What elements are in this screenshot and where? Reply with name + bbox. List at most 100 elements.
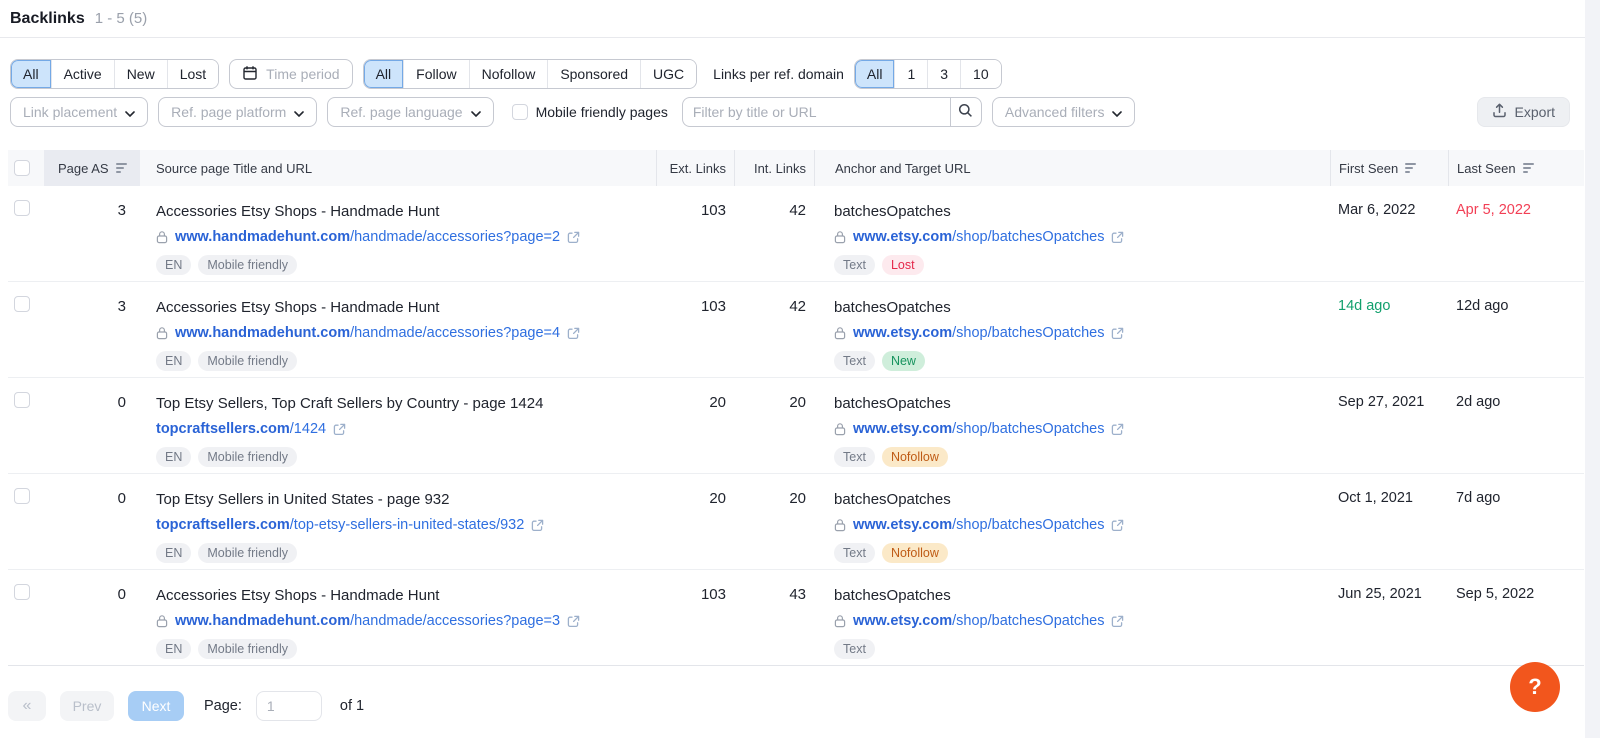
external-link-icon[interactable] <box>1111 615 1124 628</box>
source-cell: Accessories Etsy Shops - Handmade Hunt w… <box>140 282 656 377</box>
column-label: Int. Links <box>754 161 806 176</box>
page-number-input[interactable] <box>256 691 322 721</box>
advanced-filters-dropdown[interactable]: Advanced filters <box>992 97 1136 127</box>
search-icon <box>958 103 973 121</box>
link-tag-lost: Lost <box>882 255 924 275</box>
external-link-icon[interactable] <box>531 519 544 532</box>
source-page-title: Accessories Etsy Shops - Handmade Hunt <box>156 298 656 317</box>
column-header-last-seen[interactable]: Last Seen <box>1448 150 1584 186</box>
help-button[interactable]: ? <box>1510 662 1560 712</box>
chevron-down-icon <box>471 104 481 120</box>
segment-option-all[interactable]: All <box>855 60 895 88</box>
table-row: 3 Accessories Etsy Shops - Handmade Hunt… <box>8 186 1584 282</box>
page-background-strip <box>1585 0 1600 738</box>
external-link-icon[interactable] <box>567 231 580 244</box>
ref-page-language-dropdown[interactable]: Ref. page language <box>327 97 493 127</box>
https-lock-icon <box>834 230 846 244</box>
target-url-link[interactable]: www.etsy.com/shop/batchesOpatches <box>853 612 1104 630</box>
time-period-button[interactable]: Time period <box>229 59 352 89</box>
search-box <box>682 97 982 127</box>
column-header-int-links: Int. Links <box>734 150 814 186</box>
first-seen-value: Oct 1, 2021 <box>1330 474 1448 569</box>
page-tag: Mobile friendly <box>198 255 297 275</box>
prev-page-button[interactable]: Prev <box>60 691 114 721</box>
table-row: 3 Accessories Etsy Shops - Handmade Hunt… <box>8 282 1584 378</box>
source-cell: Top Etsy Sellers, Top Craft Sellers by C… <box>140 378 656 473</box>
segment-option-all[interactable]: All <box>11 60 51 88</box>
filters-row-1: AllActiveNewLost Time period AllFollowNo… <box>10 59 1600 89</box>
select-all-checkbox[interactable] <box>14 160 30 176</box>
row-checkbox[interactable] <box>14 392 30 408</box>
row-checkbox[interactable] <box>14 296 30 312</box>
int-links-value: 20 <box>734 474 814 569</box>
segment-option-3[interactable]: 3 <box>927 60 960 88</box>
anchor-text: batchesOpatches <box>834 394 1330 413</box>
segment-option-active[interactable]: Active <box>51 60 114 88</box>
anchor-text: batchesOpatches <box>834 490 1330 509</box>
sort-icon[interactable] <box>1405 163 1416 173</box>
search-input[interactable] <box>682 97 950 127</box>
link-tag-nofollow: Nofollow <box>882 543 948 563</box>
source-page-title: Accessories Etsy Shops - Handmade Hunt <box>156 202 656 221</box>
source-url-link[interactable]: www.handmadehunt.com/handmade/accessorie… <box>175 324 560 342</box>
target-url-link[interactable]: www.etsy.com/shop/batchesOpatches <box>853 324 1104 342</box>
segment-option-nofollow[interactable]: Nofollow <box>469 60 548 88</box>
target-url-link[interactable]: www.etsy.com/shop/batchesOpatches <box>853 228 1104 246</box>
export-button[interactable]: Export <box>1477 97 1570 127</box>
target-url-link[interactable]: www.etsy.com/shop/batchesOpatches <box>853 420 1104 438</box>
target-url-link[interactable]: www.etsy.com/shop/batchesOpatches <box>853 516 1104 534</box>
sort-icon[interactable] <box>116 163 127 173</box>
column-label: Source page Title and URL <box>156 161 312 176</box>
mobile-friendly-checkbox[interactable] <box>512 104 528 120</box>
segment-option-ugc[interactable]: UGC <box>640 60 696 88</box>
next-page-button[interactable]: Next <box>128 691 184 721</box>
table-row: 0 Accessories Etsy Shops - Handmade Hunt… <box>8 570 1584 666</box>
row-checkbox[interactable] <box>14 200 30 216</box>
result-count-range: 1 - 5 (5) <box>95 10 148 27</box>
search-button[interactable] <box>950 97 982 127</box>
int-links-value: 20 <box>734 378 814 473</box>
external-link-icon[interactable] <box>1111 423 1124 436</box>
link-tags: TextNofollow <box>834 447 1330 467</box>
source-url-link[interactable]: topcraftsellers.com/top-etsy-sellers-in-… <box>156 516 524 534</box>
first-page-button[interactable]: « <box>8 691 46 721</box>
external-link-icon[interactable] <box>567 327 580 340</box>
segment-option-10[interactable]: 10 <box>960 60 1001 88</box>
row-checkbox[interactable] <box>14 488 30 504</box>
segment-option-follow[interactable]: Follow <box>403 60 468 88</box>
source-page-title: Accessories Etsy Shops - Handmade Hunt <box>156 586 656 605</box>
https-lock-icon <box>834 326 846 340</box>
source-cell: Accessories Etsy Shops - Handmade Hunt w… <box>140 186 656 281</box>
link-placement-dropdown[interactable]: Link placement <box>10 97 148 127</box>
segment-option-1[interactable]: 1 <box>894 60 927 88</box>
column-header-first-seen[interactable]: First Seen <box>1330 150 1448 186</box>
links-per-domain-label: Links per ref. domain <box>713 66 844 82</box>
source-url-link[interactable]: www.handmadehunt.com/handmade/accessorie… <box>175 228 560 246</box>
column-header-page-as[interactable]: Page AS <box>44 150 140 186</box>
page-tags: ENMobile friendly <box>156 255 656 275</box>
external-link-icon[interactable] <box>567 615 580 628</box>
first-seen-value: Jun 25, 2021 <box>1330 570 1448 665</box>
segment-option-lost[interactable]: Lost <box>167 60 218 88</box>
export-label: Export <box>1515 104 1555 120</box>
external-link-icon[interactable] <box>333 423 346 436</box>
segment-option-all[interactable]: All <box>364 60 404 88</box>
ref-page-platform-dropdown[interactable]: Ref. page platform <box>158 97 317 127</box>
source-page-title: Top Etsy Sellers in United States - page… <box>156 490 656 509</box>
external-link-icon[interactable] <box>1111 327 1124 340</box>
segment-option-sponsored[interactable]: Sponsored <box>547 60 640 88</box>
table-body: 3 Accessories Etsy Shops - Handmade Hunt… <box>8 186 1584 666</box>
row-checkbox[interactable] <box>14 584 30 600</box>
source-url-link[interactable]: topcraftsellers.com/1424 <box>156 420 326 438</box>
segment-option-new[interactable]: New <box>114 60 167 88</box>
links-per-domain-filter: All1310 <box>854 59 1002 89</box>
link-tag-text: Text <box>834 543 875 563</box>
source-url-link[interactable]: www.handmadehunt.com/handmade/accessorie… <box>175 612 560 630</box>
first-seen-value: Sep 27, 2021 <box>1330 378 1448 473</box>
page-tag: Mobile friendly <box>198 447 297 467</box>
external-link-icon[interactable] <box>1111 231 1124 244</box>
page-tags: ENMobile friendly <box>156 639 656 659</box>
external-link-icon[interactable] <box>1111 519 1124 532</box>
https-lock-icon <box>834 518 846 532</box>
sort-icon[interactable] <box>1523 163 1534 173</box>
